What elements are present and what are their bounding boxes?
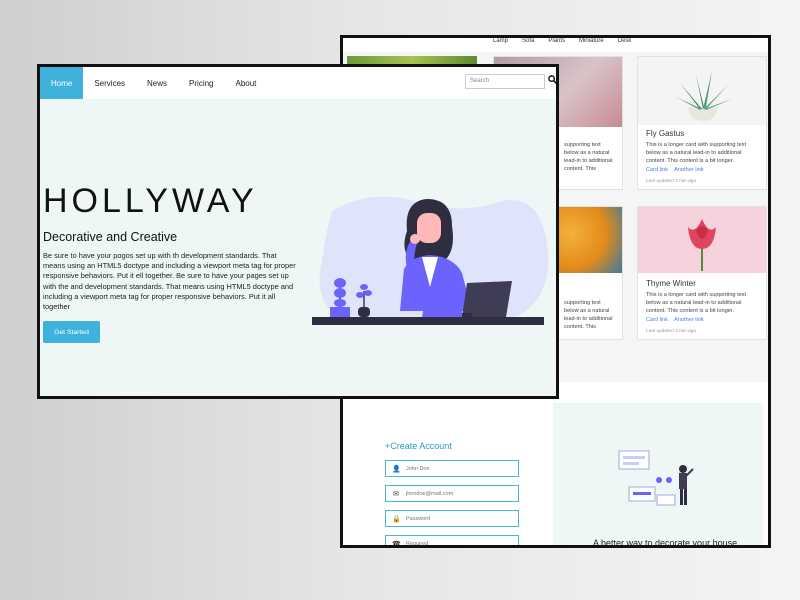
dashboard-illustration [618, 450, 694, 506]
card-links: Card link Another link [646, 167, 704, 173]
hero-subtitle: Decorative and Creative [43, 230, 178, 244]
password-field[interactable]: 🔒 Password [385, 510, 519, 527]
search-input[interactable]: Search [465, 74, 545, 89]
email-placeholder: jhondoe@mail.com [406, 490, 454, 497]
category-plants[interactable]: Plants [548, 38, 565, 44]
category-miniature[interactable]: Miniature [579, 38, 604, 44]
password-placeholder: Password [406, 515, 431, 522]
card-image-tulip [638, 207, 766, 273]
get-started-button[interactable]: Get Started [43, 321, 100, 343]
another-link[interactable]: Another link [674, 317, 704, 323]
lock-icon: 🔒 [392, 515, 401, 523]
card-updated: Last updated 3 min ago [646, 329, 697, 334]
another-link[interactable]: Another link [674, 167, 704, 173]
succulent-illustration [676, 71, 732, 121]
category-lamp[interactable]: Lamp [493, 38, 508, 44]
name-placeholder: John Doe [406, 465, 430, 472]
search-icon[interactable] [548, 75, 556, 86]
card-updated: Last updated 3 min ago [646, 179, 697, 184]
card-thyme-winter: Thyme Winter This is a longer card with … [637, 206, 767, 340]
category-sofa[interactable]: Sofa [522, 38, 534, 44]
card-partial-text: supporting text below as a natural lead-… [564, 142, 613, 172]
category-nav: Lamp Sofa Plants Miniature Desk [493, 38, 631, 44]
category-desk[interactable]: Desk [618, 38, 632, 44]
card-title: Thyme Winter [646, 279, 696, 288]
card-link[interactable]: Card link [646, 167, 668, 173]
signup-section: +Create Account 👤 John Doe ✉ jhondoe@mai… [343, 393, 768, 548]
nav-about[interactable]: About [225, 67, 268, 99]
name-field[interactable]: 👤 John Doe [385, 460, 519, 477]
email-field[interactable]: ✉ jhondoe@mail.com [385, 485, 519, 502]
hero-illustration [312, 191, 552, 336]
card-fly-gastus: Fly Gastus This is a longer card with su… [637, 56, 767, 190]
card-text: This is a longer card with supporting te… [646, 292, 747, 314]
card-link[interactable]: Card link [646, 317, 668, 323]
nav-home[interactable]: Home [40, 67, 84, 99]
nav-news[interactable]: News [136, 67, 178, 99]
card-links: Card link Another link [646, 317, 704, 323]
user-icon: 👤 [392, 465, 401, 473]
top-nav: Home Services News Pricing About Search [40, 67, 556, 99]
card-text: This is a longer card with supporting te… [646, 142, 747, 164]
create-account-heading: +Create Account [385, 441, 452, 451]
nav-pricing[interactable]: Pricing [178, 67, 224, 99]
phone-field[interactable]: ☎ Required [385, 535, 519, 548]
card-image-succulent [638, 57, 766, 125]
mail-icon: ✉ [393, 490, 399, 498]
card-title: Fly Gastus [646, 129, 685, 138]
signup-tagline: A better way to decorate your house [593, 538, 738, 548]
hero-description: Be sure to have your pogos set up with t… [43, 251, 296, 312]
tulip-illustration [688, 219, 716, 271]
front-window: Home Services News Pricing About Search … [37, 64, 559, 399]
phone-icon: ☎ [392, 540, 401, 548]
phone-placeholder: Required [406, 540, 429, 547]
signup-illustration-panel [553, 403, 763, 545]
card-partial-text-2: supporting text below as a natural lead-… [564, 300, 613, 330]
brand-title: HOLLYWAY [43, 182, 258, 220]
nav-services[interactable]: Services [83, 67, 136, 99]
